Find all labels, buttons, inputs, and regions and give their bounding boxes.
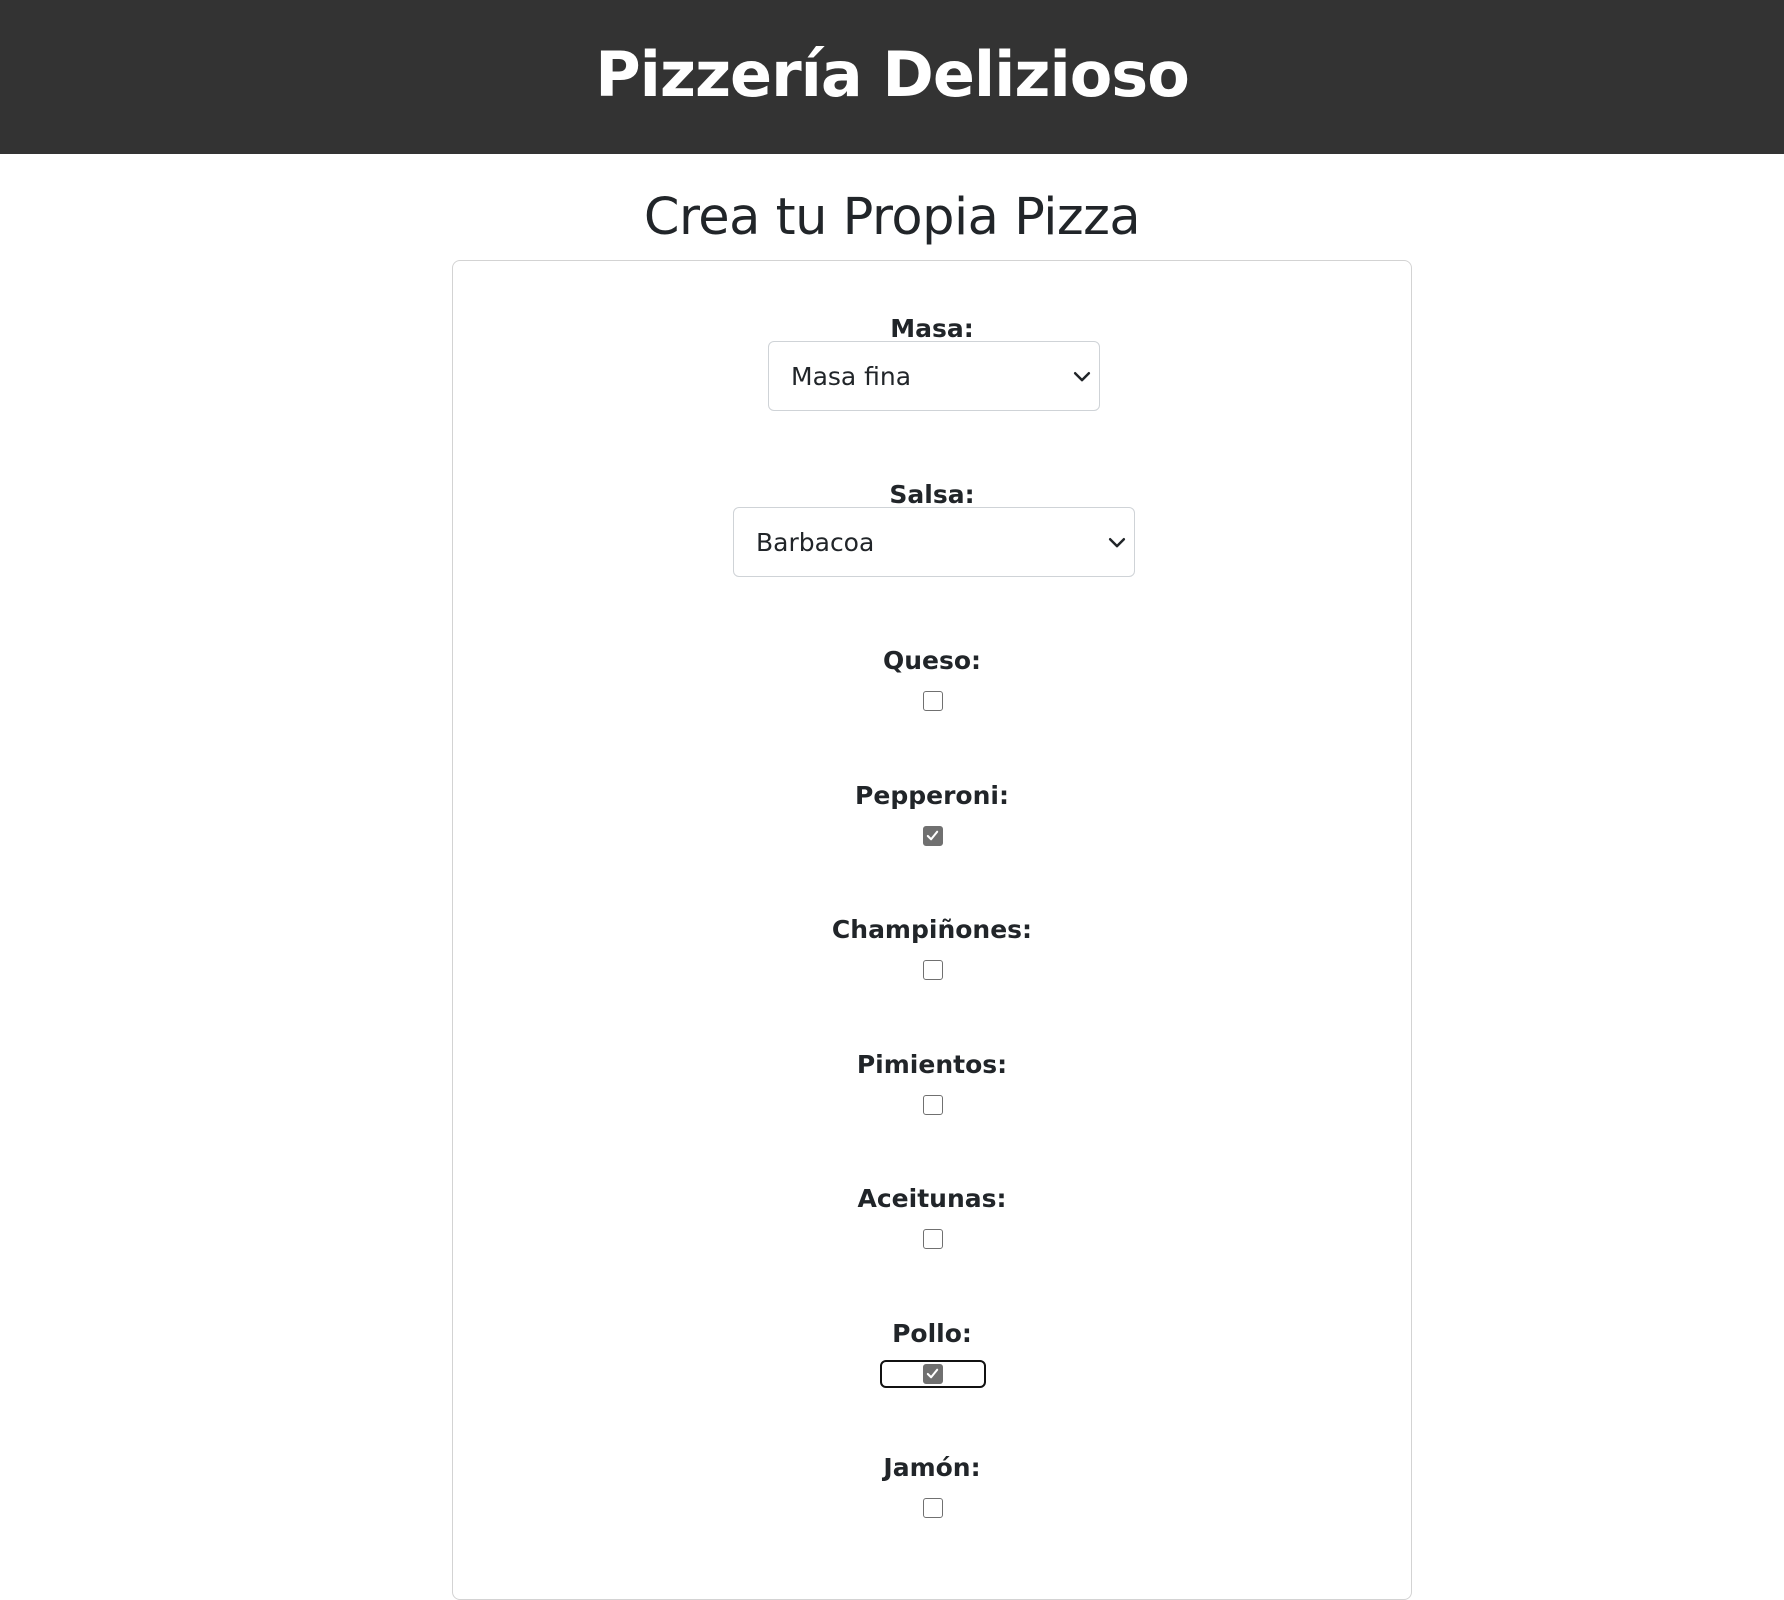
pepperoni-checkbox[interactable] <box>923 826 943 846</box>
page-title: Crea tu Propia Pizza <box>643 188 1141 247</box>
pizza-form: Masa: Masa fina Salsa: Barbacoa Queso: Pe… <box>452 260 1412 1600</box>
chevron-down-icon <box>1108 538 1126 548</box>
pepperoni-label: Pepperoni: <box>855 781 1009 810</box>
jamon-checkbox[interactable] <box>923 1498 943 1518</box>
salsa-select[interactable]: Barbacoa <box>733 507 1135 577</box>
masa-label: Masa: <box>890 314 974 343</box>
masa-select[interactable]: Masa fina <box>768 341 1100 411</box>
champinones-label: Champiñones: <box>831 915 1033 944</box>
queso-label: Queso: <box>882 646 982 675</box>
queso-checkbox[interactable] <box>923 691 943 711</box>
site-title: Pizzería Delizioso <box>595 37 1190 111</box>
check-icon <box>926 1368 939 1379</box>
champinones-checkbox[interactable] <box>923 960 943 980</box>
jamon-label: Jamón: <box>883 1453 981 1482</box>
pollo-label: Pollo: <box>892 1319 972 1348</box>
site-header: Pizzería Delizioso <box>0 0 1784 154</box>
aceitunas-label: Aceitunas: <box>857 1184 1007 1213</box>
pollo-checkbox[interactable] <box>923 1364 943 1384</box>
check-icon <box>926 830 939 841</box>
pimientos-label: Pimientos: <box>856 1050 1008 1079</box>
salsa-select-value: Barbacoa <box>756 527 875 557</box>
pimientos-checkbox[interactable] <box>923 1095 943 1115</box>
masa-select-value: Masa fina <box>791 361 912 391</box>
chevron-down-icon <box>1073 372 1091 382</box>
aceitunas-checkbox[interactable] <box>923 1229 943 1249</box>
salsa-label: Salsa: <box>889 480 975 509</box>
